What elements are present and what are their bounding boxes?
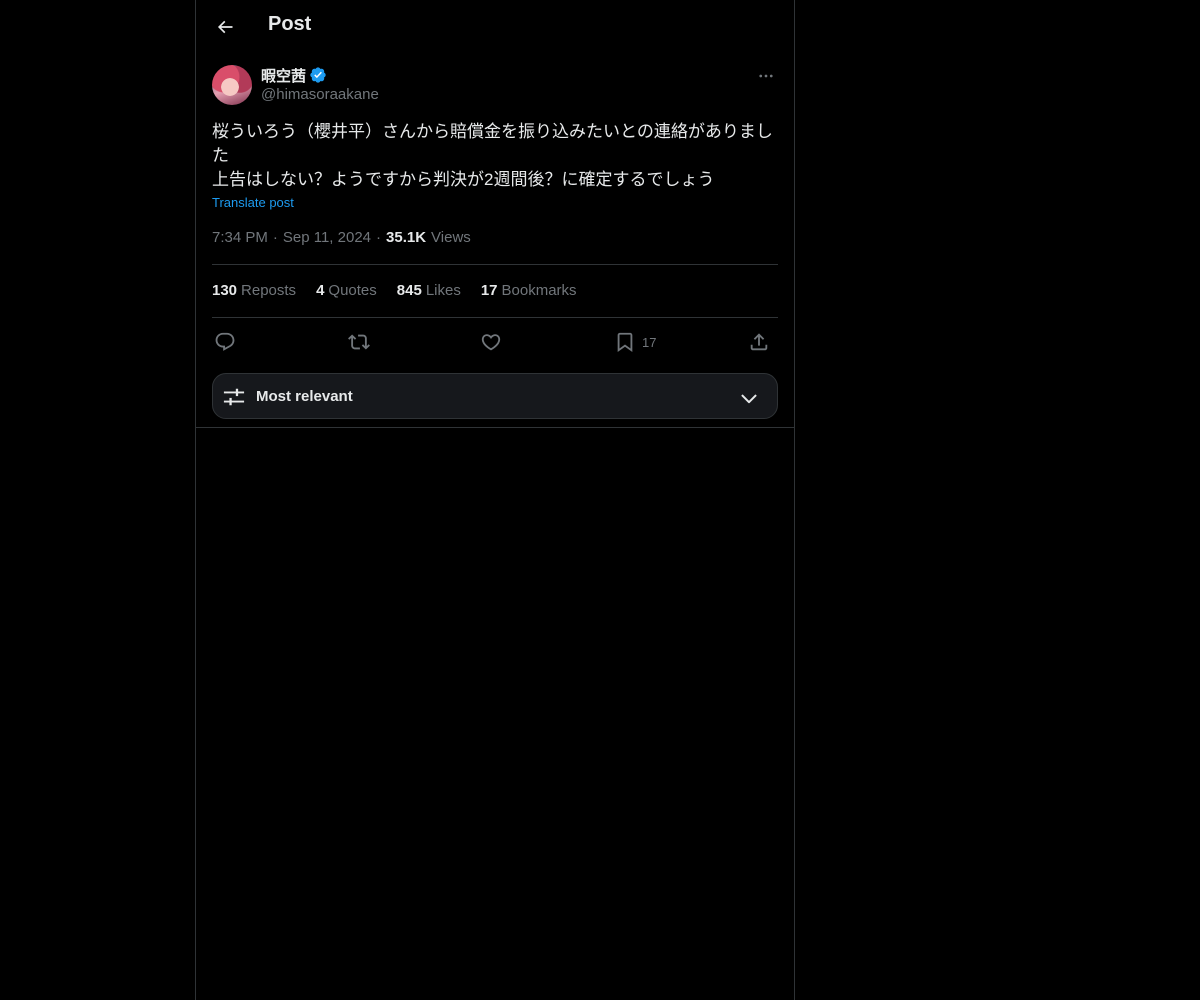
avatar[interactable] (212, 65, 252, 105)
divider (196, 427, 794, 428)
share-button[interactable] (748, 328, 770, 356)
divider (212, 264, 778, 265)
like-button[interactable] (480, 328, 502, 356)
likes-stat[interactable]: 845 Likes (397, 282, 461, 299)
page-title: Post (268, 13, 312, 35)
main-column: Post 暇空茜 @himasoraakane 桜ういろう（櫻井平）さんから賠償… (195, 0, 795, 1000)
bookmark-button[interactable]: 17 (614, 328, 656, 356)
repost-icon (348, 334, 370, 350)
back-button[interactable] (212, 14, 238, 40)
post-time[interactable]: 7:34 PM (212, 229, 268, 246)
reply-button[interactable] (214, 328, 236, 356)
bookmarks-stat[interactable]: 17 Bookmarks (481, 282, 577, 299)
meta-separator: · (272, 229, 278, 246)
reposts-label: Reposts (241, 282, 297, 299)
arrow-left-icon (217, 20, 233, 34)
quotes-label: Quotes (328, 282, 377, 299)
sort-label: Most relevant (256, 388, 353, 405)
chevron-down-icon (741, 394, 757, 404)
replies-sort-dropdown[interactable]: Most relevant (212, 373, 778, 419)
post-stats: 130 Reposts 4 Quotes 845 Likes 17 Bookmarks (212, 282, 577, 299)
post-date[interactable]: Sep 11, 2024 (283, 229, 371, 246)
reposts-stat[interactable]: 130 Reposts (212, 282, 296, 299)
sliders-icon (223, 388, 245, 406)
bookmark-icon (617, 332, 633, 353)
post-text: 桜ういろう（櫻井平）さんから賠償金を振り込みたいとの連絡がありました 上告はしな… (212, 122, 773, 189)
author-name-row: 暇空茜 (261, 65, 327, 85)
reposts-count: 130 (212, 282, 238, 299)
reply-icon (215, 332, 235, 351)
likes-label: Likes (425, 282, 461, 299)
more-options-button[interactable] (754, 66, 778, 86)
views-label: Views (431, 229, 471, 246)
heart-icon (481, 334, 501, 351)
author-display-name[interactable]: 暇空茜 (261, 65, 306, 86)
quotes-stat[interactable]: 4 Quotes (316, 282, 377, 299)
views-count: 35.1K (386, 229, 427, 246)
more-horizontal-icon (759, 74, 773, 78)
repost-button[interactable] (348, 328, 370, 356)
post-actions: 17 (212, 328, 778, 356)
likes-count: 845 (396, 282, 422, 299)
verified-badge-icon[interactable] (309, 66, 327, 84)
bookmark-count: 17 (642, 334, 657, 350)
share-icon (750, 333, 768, 351)
divider (212, 317, 778, 318)
author-handle[interactable]: @himasoraakane (261, 86, 379, 103)
post-author: 暇空茜 @himasoraakane (212, 64, 778, 108)
quotes-count: 4 (316, 282, 325, 299)
bookmarks-label: Bookmarks (501, 282, 577, 299)
post-meta: 7:34 PM · Sep 11, 2024 · 35.1K Views (212, 229, 471, 246)
bookmarks-count: 17 (480, 282, 498, 299)
translate-post-link[interactable]: Translate post (212, 195, 294, 210)
meta-separator: · (376, 229, 382, 246)
header: Post (196, 0, 794, 54)
